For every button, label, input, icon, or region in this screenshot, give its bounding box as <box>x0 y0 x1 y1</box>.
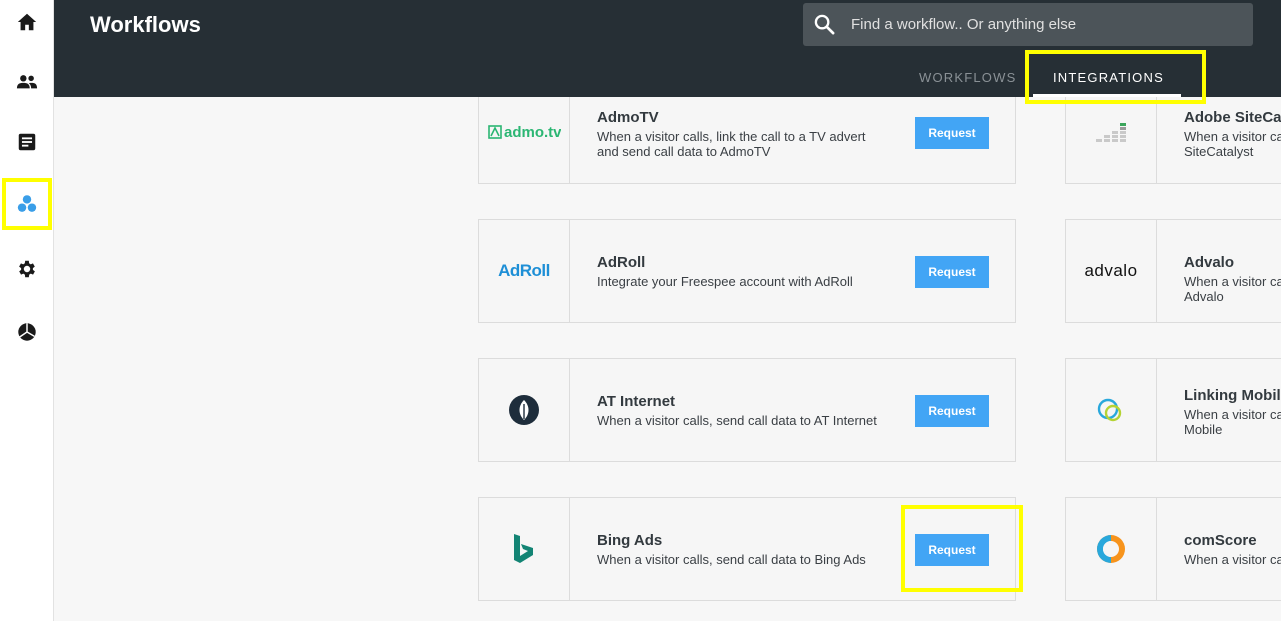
integration-description: When a visitor ca Mobile <box>1184 407 1281 437</box>
bing-icon <box>514 534 533 563</box>
adroll-logo: AdRoll <box>479 220 570 322</box>
integration-name: AdmoTV <box>597 109 659 126</box>
sidebar-item-documents[interactable] <box>0 124 54 160</box>
search-box[interactable] <box>803 3 1253 46</box>
people-icon <box>16 75 38 89</box>
adroll-logo-text: AdRoll <box>498 261 550 280</box>
integration-name: AT Internet <box>597 393 676 410</box>
adobe-sitecatalyst-icon <box>1096 123 1126 142</box>
integration-card-comscore: comScore When a visitor ca <box>1065 497 1281 601</box>
advalo-logo: advalo <box>1066 220 1157 322</box>
sidebar-item-people[interactable] <box>0 64 54 100</box>
integration-description: When a visitor ca Advalo <box>1184 274 1281 304</box>
sidebar-item-home[interactable] <box>0 4 54 40</box>
integration-description: When a visitor ca <box>1184 552 1281 567</box>
integration-name: Advalo <box>1184 254 1235 271</box>
integration-card-advalo: advalo Advalo When a visitor ca Advalo <box>1065 219 1281 323</box>
admotv-logo-icon: admo.tv <box>488 124 561 141</box>
comscore-icon <box>1097 535 1125 563</box>
tab-workflows[interactable]: WORKFLOWS <box>919 70 1016 85</box>
request-button-highlight <box>901 505 1023 592</box>
sidebar-item-reports[interactable] <box>0 314 54 350</box>
integration-card-adroll: AdRoll AdRoll Integrate your Freespee ac… <box>478 219 1016 323</box>
linking-mobile-icon <box>1097 398 1122 422</box>
integration-description: When a visitor ca SiteCatalyst <box>1184 129 1281 159</box>
home-icon <box>17 13 37 31</box>
linking-mobile-logo <box>1066 359 1157 461</box>
top-header: Workflows WORKFLOWS INTEGRATIONS <box>54 0 1281 104</box>
integration-card-linking-mobile: Linking Mobil When a visitor ca Mobile <box>1065 358 1281 462</box>
gear-icon <box>19 260 35 278</box>
page-title: Workflows <box>90 12 201 37</box>
tab-highlight <box>1025 50 1206 104</box>
search-icon <box>814 14 835 35</box>
integration-name: comScore <box>1184 532 1257 549</box>
comscore-logo <box>1066 498 1157 600</box>
pie-chart-icon <box>18 323 36 341</box>
integration-description: When a visitor calls, send call data to … <box>597 552 866 567</box>
sidebar-highlight <box>2 178 52 230</box>
document-icon <box>18 133 36 151</box>
sidebar-item-settings[interactable] <box>0 251 54 287</box>
integration-name: AdRoll <box>597 254 646 271</box>
advalo-logo-text: advalo <box>1084 261 1138 280</box>
at-internet-icon <box>509 395 539 425</box>
integration-description: When a visitor calls, send call data to … <box>597 413 877 428</box>
admotv-logo-text: admo.tv <box>504 124 561 141</box>
integration-name: Linking Mobil <box>1184 387 1281 404</box>
integration-name: Adobe SiteCa <box>1184 109 1281 126</box>
request-button[interactable]: Request <box>915 395 989 427</box>
request-button[interactable]: Request <box>915 256 989 288</box>
integration-card-at-internet: AT Internet When a visitor calls, send c… <box>478 358 1016 462</box>
integration-description: Integrate your Freespee account with AdR… <box>597 274 853 289</box>
bing-ads-logo <box>479 498 570 600</box>
sidebar <box>0 0 54 621</box>
integration-name: Bing Ads <box>597 532 663 549</box>
request-button[interactable]: Request <box>915 117 989 149</box>
integration-description: When a visitor calls, link the call to a… <box>597 129 866 159</box>
search-input[interactable] <box>851 3 1241 46</box>
at-internet-logo <box>479 359 570 461</box>
